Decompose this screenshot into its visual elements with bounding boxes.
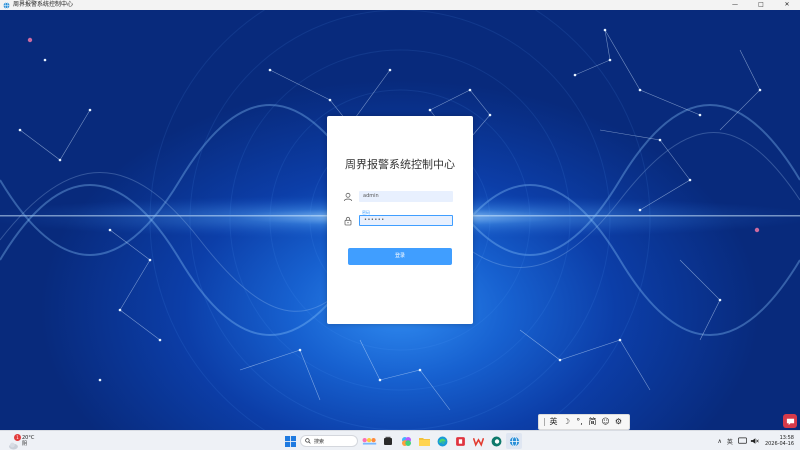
login-heading: 周界报警系统控制中心	[345, 158, 455, 171]
maximize-button[interactable]: □	[748, 0, 774, 10]
copilot-icon	[401, 436, 411, 446]
app-globe-icon-taskbar	[509, 435, 519, 447]
weather-condition: 阴	[22, 441, 28, 447]
system-tray: ∧ 英 13:58 2026-04-16	[718, 433, 794, 449]
password-input[interactable]: ••••••	[359, 215, 453, 226]
start-button[interactable]	[282, 433, 298, 449]
chat-bubble-icon	[786, 418, 794, 425]
wps-icon	[472, 437, 484, 447]
password-label: 密码	[361, 210, 371, 215]
ime-punctuation-toggle[interactable]: °,	[573, 415, 586, 429]
weather-badge: 1	[14, 433, 21, 441]
ime-simplified-toggle[interactable]: 简	[586, 415, 599, 429]
copilot-app[interactable]	[398, 433, 414, 449]
notification-app-icon[interactable]	[783, 414, 797, 428]
colorful-widgets-icon	[362, 437, 377, 445]
search-label: 搜索	[314, 438, 325, 445]
ime-toolbar: | 英 ☽ °, 简 ☺ ⚙	[538, 414, 630, 430]
volume-muted-icon[interactable]	[750, 437, 759, 445]
windows-logo-icon	[284, 435, 296, 447]
clock-date: 2026-04-16	[764, 441, 794, 447]
security-app[interactable]	[452, 433, 468, 449]
window-title: 周界报警系统控制中心	[13, 1, 74, 8]
file-explorer-app[interactable]	[416, 433, 432, 449]
ime-language-toggle[interactable]: 英	[547, 415, 560, 429]
edge-icon-secondary	[491, 436, 501, 446]
username-input[interactable]: admin	[359, 191, 453, 202]
wps-office-app[interactable]	[470, 433, 486, 449]
taskbar: 1 20°C 阴 搜索 ∧ 英 13:58 2026-04-16	[0, 430, 800, 450]
tray-ime-indicator[interactable]: 英	[727, 437, 733, 446]
lock-icon	[344, 216, 352, 226]
system-clock[interactable]: 13:58 2026-04-16	[765, 435, 794, 447]
background-image: 周界报警系统控制中心 admin •••••• 密码 登录	[0, 10, 800, 430]
window-controls: — □ ✕	[722, 0, 800, 10]
close-button[interactable]: ✕	[774, 0, 800, 10]
search-icon	[305, 438, 311, 444]
edge-browser-app[interactable]	[434, 433, 450, 449]
weather-widget[interactable]: 1 20°C 阴	[8, 433, 34, 449]
taskbar-apps: 搜索	[282, 433, 524, 449]
app-globe-icon	[3, 1, 10, 9]
browser-app[interactable]	[488, 433, 504, 449]
edge-icon	[437, 436, 447, 446]
weather-icon: 1	[8, 433, 21, 449]
login-card: 周界报警系统控制中心 admin •••••• 密码 登录	[327, 116, 473, 324]
network-icon[interactable]	[738, 437, 747, 445]
ime-settings-icon[interactable]: ⚙	[612, 415, 625, 429]
user-icon	[343, 192, 353, 202]
ime-emoji-icon[interactable]: ☺	[599, 415, 612, 429]
widgets-app[interactable]	[362, 433, 378, 449]
title-bar: 周界报警系统控制中心 — □ ✕	[0, 0, 800, 10]
alarm-control-app[interactable]	[506, 433, 522, 449]
minimize-button[interactable]: —	[722, 0, 748, 10]
task-view-icon	[384, 436, 392, 445]
folder-icon	[418, 438, 430, 446]
ime-moon-icon[interactable]: ☽	[560, 415, 573, 429]
taskbar-search[interactable]: 搜索	[300, 435, 358, 447]
login-button[interactable]: 登录	[348, 248, 452, 265]
tray-overflow-chevron[interactable]: ∧	[718, 438, 722, 445]
task-view-app[interactable]	[380, 433, 396, 449]
red-shield-icon	[455, 436, 465, 446]
